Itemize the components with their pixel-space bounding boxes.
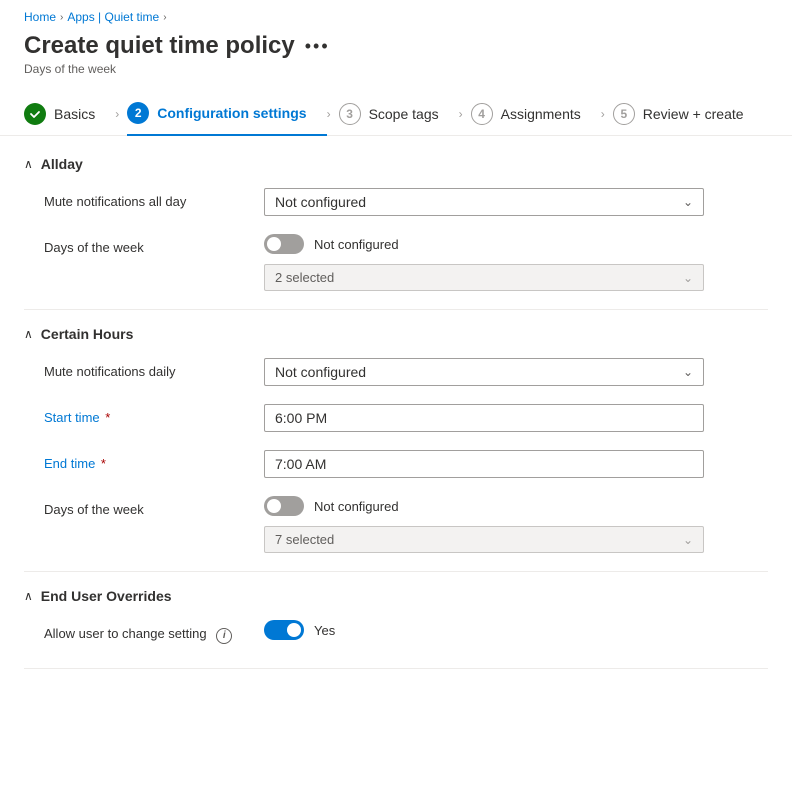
allday-days-label: Days of the week bbox=[44, 234, 264, 255]
certain-hours-days-label: Days of the week bbox=[44, 496, 264, 517]
step-sep-2: › bbox=[327, 107, 331, 121]
step-scope-label: Scope tags bbox=[369, 106, 439, 122]
step-sep-4: › bbox=[601, 107, 605, 121]
step-review[interactable]: 5 Review + create bbox=[613, 93, 764, 135]
breadcrumb-home[interactable]: Home bbox=[24, 10, 56, 24]
page-header: Create quiet time policy ••• bbox=[0, 28, 792, 62]
certain-hours-chevron-icon: ∧ bbox=[24, 327, 33, 341]
certain-hours-end-row: End time * bbox=[44, 450, 768, 478]
divider-1 bbox=[24, 309, 768, 310]
certain-hours-title: Certain Hours bbox=[41, 326, 134, 342]
allday-mute-control: Not configured ⌄ bbox=[264, 188, 768, 216]
certain-hours-days-toggle-label: Not configured bbox=[314, 499, 399, 514]
certain-hours-days-toggle-row: Not configured bbox=[264, 496, 768, 516]
section-certain-hours-header[interactable]: ∧ Certain Hours bbox=[24, 326, 768, 342]
certain-hours-days-arrow-icon: ⌄ bbox=[683, 533, 693, 547]
page-title: Create quiet time policy bbox=[24, 32, 295, 60]
section-allday: ∧ Allday Mute notifications all day Not … bbox=[24, 156, 768, 291]
allday-mute-arrow-icon: ⌄ bbox=[683, 195, 693, 209]
end-user-allow-label: Allow user to change setting i bbox=[44, 620, 264, 644]
allday-days-arrow-icon: ⌄ bbox=[683, 271, 693, 285]
allday-chevron-icon: ∧ bbox=[24, 157, 33, 171]
start-time-input[interactable] bbox=[264, 404, 704, 432]
step-scope-circle: 3 bbox=[339, 103, 361, 125]
breadcrumb-apps[interactable]: Apps | Quiet time bbox=[67, 10, 159, 24]
breadcrumb: Home › Apps | Quiet time › bbox=[0, 0, 792, 28]
certain-hours-days-row: Days of the week Not configured 7 select… bbox=[44, 496, 768, 553]
allday-mute-value: Not configured bbox=[275, 194, 366, 210]
step-assignments[interactable]: 4 Assignments bbox=[471, 93, 601, 135]
end-user-chevron-icon: ∧ bbox=[24, 589, 33, 603]
step-review-circle: 5 bbox=[613, 103, 635, 125]
certain-hours-mute-arrow-icon: ⌄ bbox=[683, 365, 693, 379]
step-assignments-label: Assignments bbox=[501, 106, 581, 122]
certain-hours-start-row: Start time * bbox=[44, 404, 768, 432]
certain-hours-end-control bbox=[264, 450, 768, 478]
breadcrumb-sep-2: › bbox=[163, 12, 166, 23]
allday-days-multiselect[interactable]: 2 selected ⌄ bbox=[264, 264, 704, 291]
allday-title: Allday bbox=[41, 156, 83, 172]
end-user-title: End User Overrides bbox=[41, 588, 172, 604]
divider-3 bbox=[24, 668, 768, 669]
main-content: ∧ Allday Mute notifications all day Not … bbox=[0, 136, 792, 705]
steps-bar: Basics › 2 Configuration settings › 3 Sc… bbox=[0, 92, 792, 136]
end-user-allow-row: Allow user to change setting i Yes bbox=[44, 620, 768, 650]
allday-mute-label: Mute notifications all day bbox=[44, 188, 264, 209]
certain-hours-mute-dropdown[interactable]: Not configured ⌄ bbox=[264, 358, 704, 386]
allday-mute-dropdown[interactable]: Not configured ⌄ bbox=[264, 188, 704, 216]
certain-hours-mute-label: Mute notifications daily bbox=[44, 358, 264, 379]
certain-hours-mute-row: Mute notifications daily Not configured … bbox=[44, 358, 768, 386]
certain-hours-days-toggle-knob bbox=[267, 499, 281, 513]
step-review-label: Review + create bbox=[643, 106, 744, 122]
step-basics-circle bbox=[24, 103, 46, 125]
certain-hours-days-toggle[interactable] bbox=[264, 496, 304, 516]
end-time-input[interactable] bbox=[264, 450, 704, 478]
allow-info-icon[interactable]: i bbox=[216, 628, 232, 644]
allday-days-row: Days of the week Not configured 2 select… bbox=[44, 234, 768, 291]
step-basics[interactable]: Basics bbox=[24, 93, 115, 135]
certain-hours-days-control: Not configured 7 selected ⌄ bbox=[264, 496, 768, 553]
end-user-allow-toggle-row: Yes bbox=[264, 620, 768, 640]
certain-hours-mute-control: Not configured ⌄ bbox=[264, 358, 768, 386]
section-certain-hours: ∧ Certain Hours Mute notifications daily… bbox=[24, 326, 768, 553]
step-configuration[interactable]: 2 Configuration settings bbox=[127, 92, 326, 136]
allday-days-toggle[interactable] bbox=[264, 234, 304, 254]
section-allday-header[interactable]: ∧ Allday bbox=[24, 156, 768, 172]
certain-hours-end-label: End time * bbox=[44, 450, 264, 471]
end-user-allow-toggle[interactable] bbox=[264, 620, 304, 640]
end-user-allow-toggle-label: Yes bbox=[314, 623, 335, 638]
allday-mute-row: Mute notifications all day Not configure… bbox=[44, 188, 768, 216]
step-sep-1: › bbox=[115, 107, 119, 121]
section-end-user: ∧ End User Overrides Allow user to chang… bbox=[24, 588, 768, 650]
start-required-star: * bbox=[102, 410, 111, 425]
allday-days-control: Not configured 2 selected ⌄ bbox=[264, 234, 768, 291]
end-required-star: * bbox=[97, 456, 106, 471]
end-user-allow-toggle-knob bbox=[287, 623, 301, 637]
certain-hours-mute-value: Not configured bbox=[275, 364, 366, 380]
step-assignments-circle: 4 bbox=[471, 103, 493, 125]
allday-days-toggle-knob bbox=[267, 237, 281, 251]
end-user-allow-control: Yes bbox=[264, 620, 768, 650]
more-options-icon[interactable]: ••• bbox=[305, 36, 330, 57]
step-basics-label: Basics bbox=[54, 106, 95, 122]
step-sep-3: › bbox=[459, 107, 463, 121]
certain-hours-days-multiselect[interactable]: 7 selected ⌄ bbox=[264, 526, 704, 553]
step-config-circle: 2 bbox=[127, 102, 149, 124]
step-config-label: Configuration settings bbox=[157, 105, 306, 121]
allday-days-toggle-label: Not configured bbox=[314, 237, 399, 252]
certain-hours-days-selected-value: 7 selected bbox=[275, 532, 334, 547]
section-end-user-header[interactable]: ∧ End User Overrides bbox=[24, 588, 768, 604]
allday-days-toggle-row: Not configured bbox=[264, 234, 768, 254]
step-scope[interactable]: 3 Scope tags bbox=[339, 93, 459, 135]
certain-hours-start-control bbox=[264, 404, 768, 432]
page-subtitle: Days of the week bbox=[0, 62, 792, 92]
allday-days-selected-value: 2 selected bbox=[275, 270, 334, 285]
divider-2 bbox=[24, 571, 768, 572]
certain-hours-start-label: Start time * bbox=[44, 404, 264, 425]
breadcrumb-sep-1: › bbox=[60, 12, 63, 23]
